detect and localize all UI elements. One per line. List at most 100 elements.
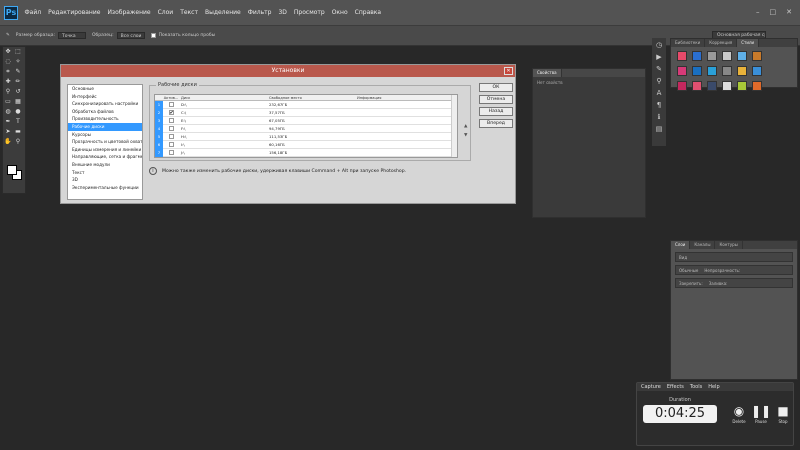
menu-item[interactable]: Фильтр <box>244 9 275 16</box>
style-swatch[interactable] <box>737 81 747 91</box>
table-row[interactable]: 6 I:\ 60,16ГБ <box>155 140 457 149</box>
cancel-button[interactable]: Отмена <box>479 95 513 104</box>
table-row[interactable]: 5 H:\ 111,53ГБ <box>155 132 457 141</box>
styles-tab[interactable]: Коррекция <box>705 39 738 47</box>
style-swatch[interactable] <box>737 51 747 61</box>
style-swatch[interactable] <box>692 66 702 76</box>
show-ring-checkbox[interactable] <box>150 33 156 38</box>
blur-tool-icon[interactable]: ◍ <box>4 108 12 116</box>
heal-tool-icon[interactable]: ✚ <box>4 78 12 86</box>
recorder-menu-item[interactable]: Tools <box>690 383 702 391</box>
history-brush-icon[interactable]: ↺ <box>14 88 22 96</box>
disk-active-checkbox[interactable] <box>168 118 174 123</box>
lasso-tool-icon[interactable]: ◌ <box>4 58 12 66</box>
sample-size-select[interactable]: Точка <box>57 32 86 39</box>
table-row[interactable]: 1 D:\ 232,67ГБ <box>155 100 457 109</box>
recorder-menu-item[interactable]: Effects <box>667 383 684 391</box>
hand-tool-icon[interactable]: ✋ <box>4 138 12 146</box>
disk-active-checkbox[interactable] <box>168 102 174 107</box>
pen-tool-icon[interactable]: ✒ <box>4 118 12 126</box>
style-swatch[interactable] <box>677 66 687 76</box>
nav-item[interactable]: Экспериментальные функции <box>68 184 142 192</box>
type-tool-icon[interactable]: T <box>14 118 22 126</box>
disk-active-checkbox[interactable]: ✔ <box>168 110 174 116</box>
nav-item[interactable]: Прозрачность и цветовой охват <box>68 138 142 146</box>
style-swatch[interactable] <box>752 51 762 61</box>
delete-button[interactable]: ◉ Delete <box>729 403 749 424</box>
move-up-icon[interactable]: ▲ <box>464 122 467 131</box>
nav-item[interactable]: Производительность <box>68 115 142 123</box>
table-row[interactable]: 7 J:\ 156,18ГБ <box>155 148 457 157</box>
style-swatch[interactable] <box>707 66 717 76</box>
layers-tab[interactable]: Слои <box>671 241 691 249</box>
stop-button[interactable]: ■ Stop <box>773 403 793 424</box>
paragraph-icon[interactable]: ¶ <box>654 101 664 110</box>
minimize-icon[interactable]: – <box>756 8 760 16</box>
layer-filter[interactable]: Вид <box>675 252 793 262</box>
nav-item[interactable]: Направляющие, сетка и фрагменты <box>68 153 142 161</box>
blend-mode-select[interactable]: Обычные <box>679 266 698 274</box>
nav-item[interactable]: Интерфейс <box>68 93 142 101</box>
character-icon[interactable]: A <box>654 89 664 98</box>
layers-tab[interactable]: Контуры <box>715 241 743 249</box>
ok-button[interactable]: ОК <box>479 83 513 92</box>
recorder-menu-item[interactable]: Capture <box>641 383 661 391</box>
tab-properties[interactable]: Свойства <box>533 69 562 77</box>
menu-item[interactable]: Просмотр <box>290 9 328 16</box>
style-swatch[interactable] <box>692 51 702 61</box>
zoom-tool-icon[interactable]: ⚲ <box>14 138 22 146</box>
style-swatch[interactable] <box>707 51 717 61</box>
shape-tool-icon[interactable]: ▬ <box>14 128 22 136</box>
disk-active-checkbox[interactable] <box>168 134 174 139</box>
nav-item[interactable]: Рабочие диски <box>68 122 142 131</box>
history-icon[interactable]: ◷ <box>654 41 664 50</box>
nav-item[interactable]: Курсоры <box>68 131 142 139</box>
style-swatch[interactable] <box>752 81 762 91</box>
dialog-close-button[interactable]: ✕ <box>504 67 513 75</box>
move-down-icon[interactable]: ▼ <box>464 131 467 140</box>
style-swatch[interactable] <box>737 66 747 76</box>
disk-active-checkbox[interactable] <box>168 150 174 155</box>
styles-tab[interactable]: Библиотеки <box>671 39 706 47</box>
forward-button[interactable]: Вперед <box>479 119 513 128</box>
quick-select-icon[interactable]: ✧ <box>14 58 22 66</box>
pause-button[interactable]: ❚❚ Pause <box>751 403 771 424</box>
eraser-tool-icon[interactable]: ▭ <box>4 98 12 106</box>
table-scrollbar[interactable] <box>451 95 457 157</box>
style-swatch[interactable] <box>722 51 732 61</box>
crop-tool-icon[interactable]: ⌗ <box>4 68 12 76</box>
style-swatch[interactable] <box>707 81 717 91</box>
menu-item[interactable]: 3D <box>275 9 290 16</box>
eyedropper-tool-icon[interactable]: ✎ <box>14 68 22 76</box>
brush-presets-icon[interactable]: ✎ <box>654 65 664 74</box>
eyedropper-icon[interactable]: ✎ <box>6 33 10 38</box>
menu-item[interactable]: Текст <box>177 9 202 16</box>
clone-source-icon[interactable]: ⚲ <box>654 77 664 86</box>
nav-item[interactable]: 3D <box>68 176 142 184</box>
table-row[interactable]: 2 ✔ C:\ 37,57ГБ <box>155 108 457 117</box>
recorder-menu-item[interactable]: Help <box>708 383 719 391</box>
path-select-icon[interactable]: ➤ <box>4 128 12 136</box>
back-button[interactable]: Назад <box>479 107 513 116</box>
menu-item[interactable]: Редактирование <box>45 9 104 16</box>
info-panel-icon[interactable]: ℹ <box>654 113 664 122</box>
style-swatch[interactable] <box>677 81 687 91</box>
dodge-tool-icon[interactable]: ● <box>14 108 22 116</box>
menu-item[interactable]: Слои <box>154 9 177 16</box>
brush-tool-icon[interactable]: ✏ <box>14 78 22 86</box>
move-tool-icon[interactable]: ✥ <box>4 48 12 56</box>
style-swatch[interactable] <box>692 81 702 91</box>
nav-item[interactable]: Единицы измерения и линейки <box>68 146 142 154</box>
styles-tab[interactable]: Стили <box>737 39 760 47</box>
style-swatch[interactable] <box>752 66 762 76</box>
disk-active-checkbox[interactable] <box>168 142 174 147</box>
nav-item[interactable]: Обработка файлов <box>68 108 142 116</box>
nav-item[interactable]: Внешние модули <box>68 161 142 169</box>
layer-comps-icon[interactable]: ▤ <box>654 125 664 134</box>
style-swatch[interactable] <box>677 51 687 61</box>
disk-active-checkbox[interactable] <box>168 126 174 131</box>
stamp-tool-icon[interactable]: ⚲ <box>4 88 12 96</box>
nav-item[interactable]: Текст <box>68 169 142 177</box>
menu-item[interactable]: Изображение <box>104 9 154 16</box>
close-window-icon[interactable]: ✕ <box>786 8 792 16</box>
